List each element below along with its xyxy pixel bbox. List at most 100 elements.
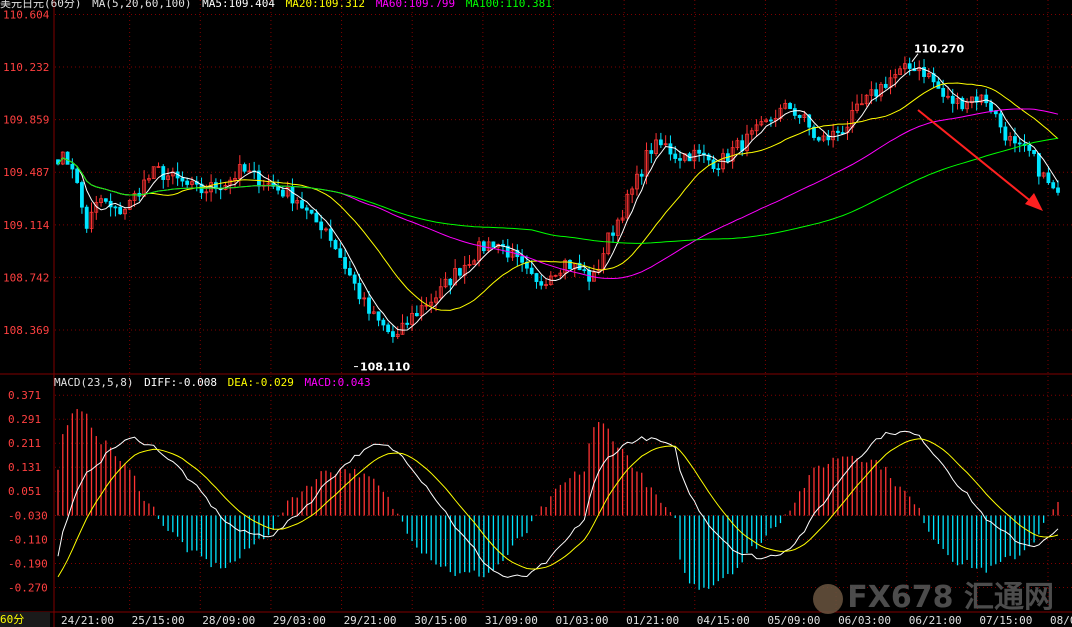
macd-tick-label: 0.371 bbox=[8, 389, 41, 402]
candle-body bbox=[84, 206, 89, 229]
candle-body bbox=[769, 119, 773, 122]
candle-body bbox=[448, 278, 453, 286]
candle-body bbox=[950, 95, 955, 104]
ma100-line bbox=[57, 137, 1059, 244]
candle-body bbox=[658, 139, 663, 146]
diff-readout: DIFF:-0.008 bbox=[144, 376, 217, 389]
x-tick-label: 04/15:00 bbox=[697, 614, 750, 627]
candle-body bbox=[75, 168, 80, 183]
candle-body bbox=[113, 206, 118, 209]
period-label: 60分 bbox=[0, 613, 25, 626]
macd-histogram-layer bbox=[57, 409, 1059, 590]
macd-tick-label: 0.131 bbox=[8, 461, 41, 474]
ma5-line bbox=[57, 67, 1059, 331]
candle-body bbox=[352, 274, 357, 284]
candle-body bbox=[816, 137, 821, 141]
dea-readout: DEA:-0.029 bbox=[227, 376, 294, 389]
candle-body bbox=[836, 130, 840, 133]
x-tick-label: 31/09:00 bbox=[485, 614, 538, 627]
x-tick-label: 29/21:00 bbox=[344, 614, 397, 627]
x-tick-label: 24/21:00 bbox=[61, 614, 114, 627]
candle-body bbox=[673, 153, 678, 159]
x-tick-label: 25/15:00 bbox=[132, 614, 185, 627]
ma5-readout: MA5:109.404 bbox=[202, 0, 275, 10]
candle-body bbox=[391, 331, 395, 337]
macd-tick-label: -0.110 bbox=[8, 534, 48, 547]
candle-body bbox=[678, 158, 682, 161]
candle-body bbox=[716, 168, 721, 171]
candle-body bbox=[874, 89, 879, 97]
candle-body bbox=[118, 206, 123, 215]
ma-spec-label: MA(5,20,60,100) bbox=[92, 0, 192, 10]
candle-body bbox=[998, 113, 1003, 128]
candle-body bbox=[242, 164, 247, 172]
candle-body bbox=[405, 322, 410, 325]
candle-body bbox=[314, 212, 319, 223]
candle-body bbox=[386, 324, 391, 333]
candle-body bbox=[740, 140, 745, 152]
candle-body bbox=[792, 108, 797, 116]
x-tick-label: 01/21:00 bbox=[626, 614, 679, 627]
candle-body bbox=[1027, 145, 1032, 151]
high-label: 110.270 bbox=[914, 43, 964, 56]
macd-readout: MACD:0.043 bbox=[304, 376, 371, 389]
candle-body bbox=[300, 200, 304, 209]
candle-body bbox=[1013, 136, 1017, 144]
candle-body bbox=[280, 189, 285, 197]
price-tick-label: 110.232 bbox=[3, 61, 49, 74]
candle-body bbox=[534, 273, 539, 282]
candle-body bbox=[697, 149, 702, 154]
candle-body bbox=[1046, 172, 1051, 184]
candle-body bbox=[290, 186, 295, 204]
candle-body bbox=[491, 241, 496, 248]
candle-body bbox=[367, 297, 371, 314]
candle-body bbox=[797, 115, 802, 118]
x-tick-label: 01/03:00 bbox=[556, 614, 609, 627]
fx678-logo-icon bbox=[813, 583, 844, 614]
candle-body bbox=[711, 159, 716, 170]
period-selector[interactable]: 60分 bbox=[0, 612, 50, 627]
candle-body bbox=[907, 63, 912, 69]
ma20-line bbox=[57, 82, 1059, 311]
candle-body bbox=[649, 150, 654, 154]
candle-body bbox=[582, 269, 587, 272]
candle-body bbox=[180, 177, 185, 182]
watermark: FX678 汇通网 bbox=[813, 572, 1054, 616]
macd-panel-header: MACD(23,5,8) DIFF:-0.008 DEA:-0.029 MACD… bbox=[54, 376, 371, 389]
macd-tick-label: -0.030 bbox=[8, 510, 48, 523]
candle-body bbox=[941, 87, 946, 97]
macd-spec-label: MACD(23,5,8) bbox=[54, 376, 134, 389]
candle-body bbox=[1036, 153, 1041, 177]
candle-body bbox=[304, 207, 309, 211]
instrument-title: 美元日元(60分) bbox=[0, 0, 82, 10]
macd-tick-label: 0.291 bbox=[8, 413, 41, 426]
macd-tick-label: 0.211 bbox=[8, 437, 41, 450]
ma20-readout: MA20:109.312 bbox=[285, 0, 366, 10]
candle-body bbox=[639, 173, 644, 177]
candle-body bbox=[989, 102, 993, 112]
candle-body bbox=[984, 94, 989, 104]
candle-body bbox=[70, 163, 75, 170]
candle-body bbox=[309, 209, 314, 214]
price-tick-label: 110.604 bbox=[3, 8, 50, 21]
macd-tick-label: 0.051 bbox=[8, 485, 41, 498]
ma60-readout: MA60:109.799 bbox=[375, 0, 456, 10]
candle-body bbox=[788, 103, 792, 109]
price-tick-label: 109.114 bbox=[3, 219, 50, 232]
candles-layer bbox=[56, 56, 1060, 343]
candle-body bbox=[381, 319, 386, 326]
price-panel-header: 美元日元(60分) MA(5,20,60,100) MA5:109.404 MA… bbox=[0, 0, 552, 10]
ma60-line bbox=[57, 108, 1059, 280]
candle-body bbox=[1003, 126, 1008, 141]
candle-body bbox=[611, 232, 615, 236]
candle-body bbox=[1032, 150, 1036, 154]
candle-body bbox=[103, 198, 108, 202]
candle-body bbox=[414, 312, 419, 317]
candle-body bbox=[347, 268, 352, 276]
grid-layer bbox=[0, 0, 1072, 627]
x-tick-label: 29/03:00 bbox=[273, 614, 326, 627]
candle-body bbox=[80, 182, 84, 208]
price-tick-label: 109.859 bbox=[3, 114, 49, 127]
ma100-readout: MA100:110.381 bbox=[465, 0, 552, 10]
candle-body bbox=[539, 281, 544, 286]
